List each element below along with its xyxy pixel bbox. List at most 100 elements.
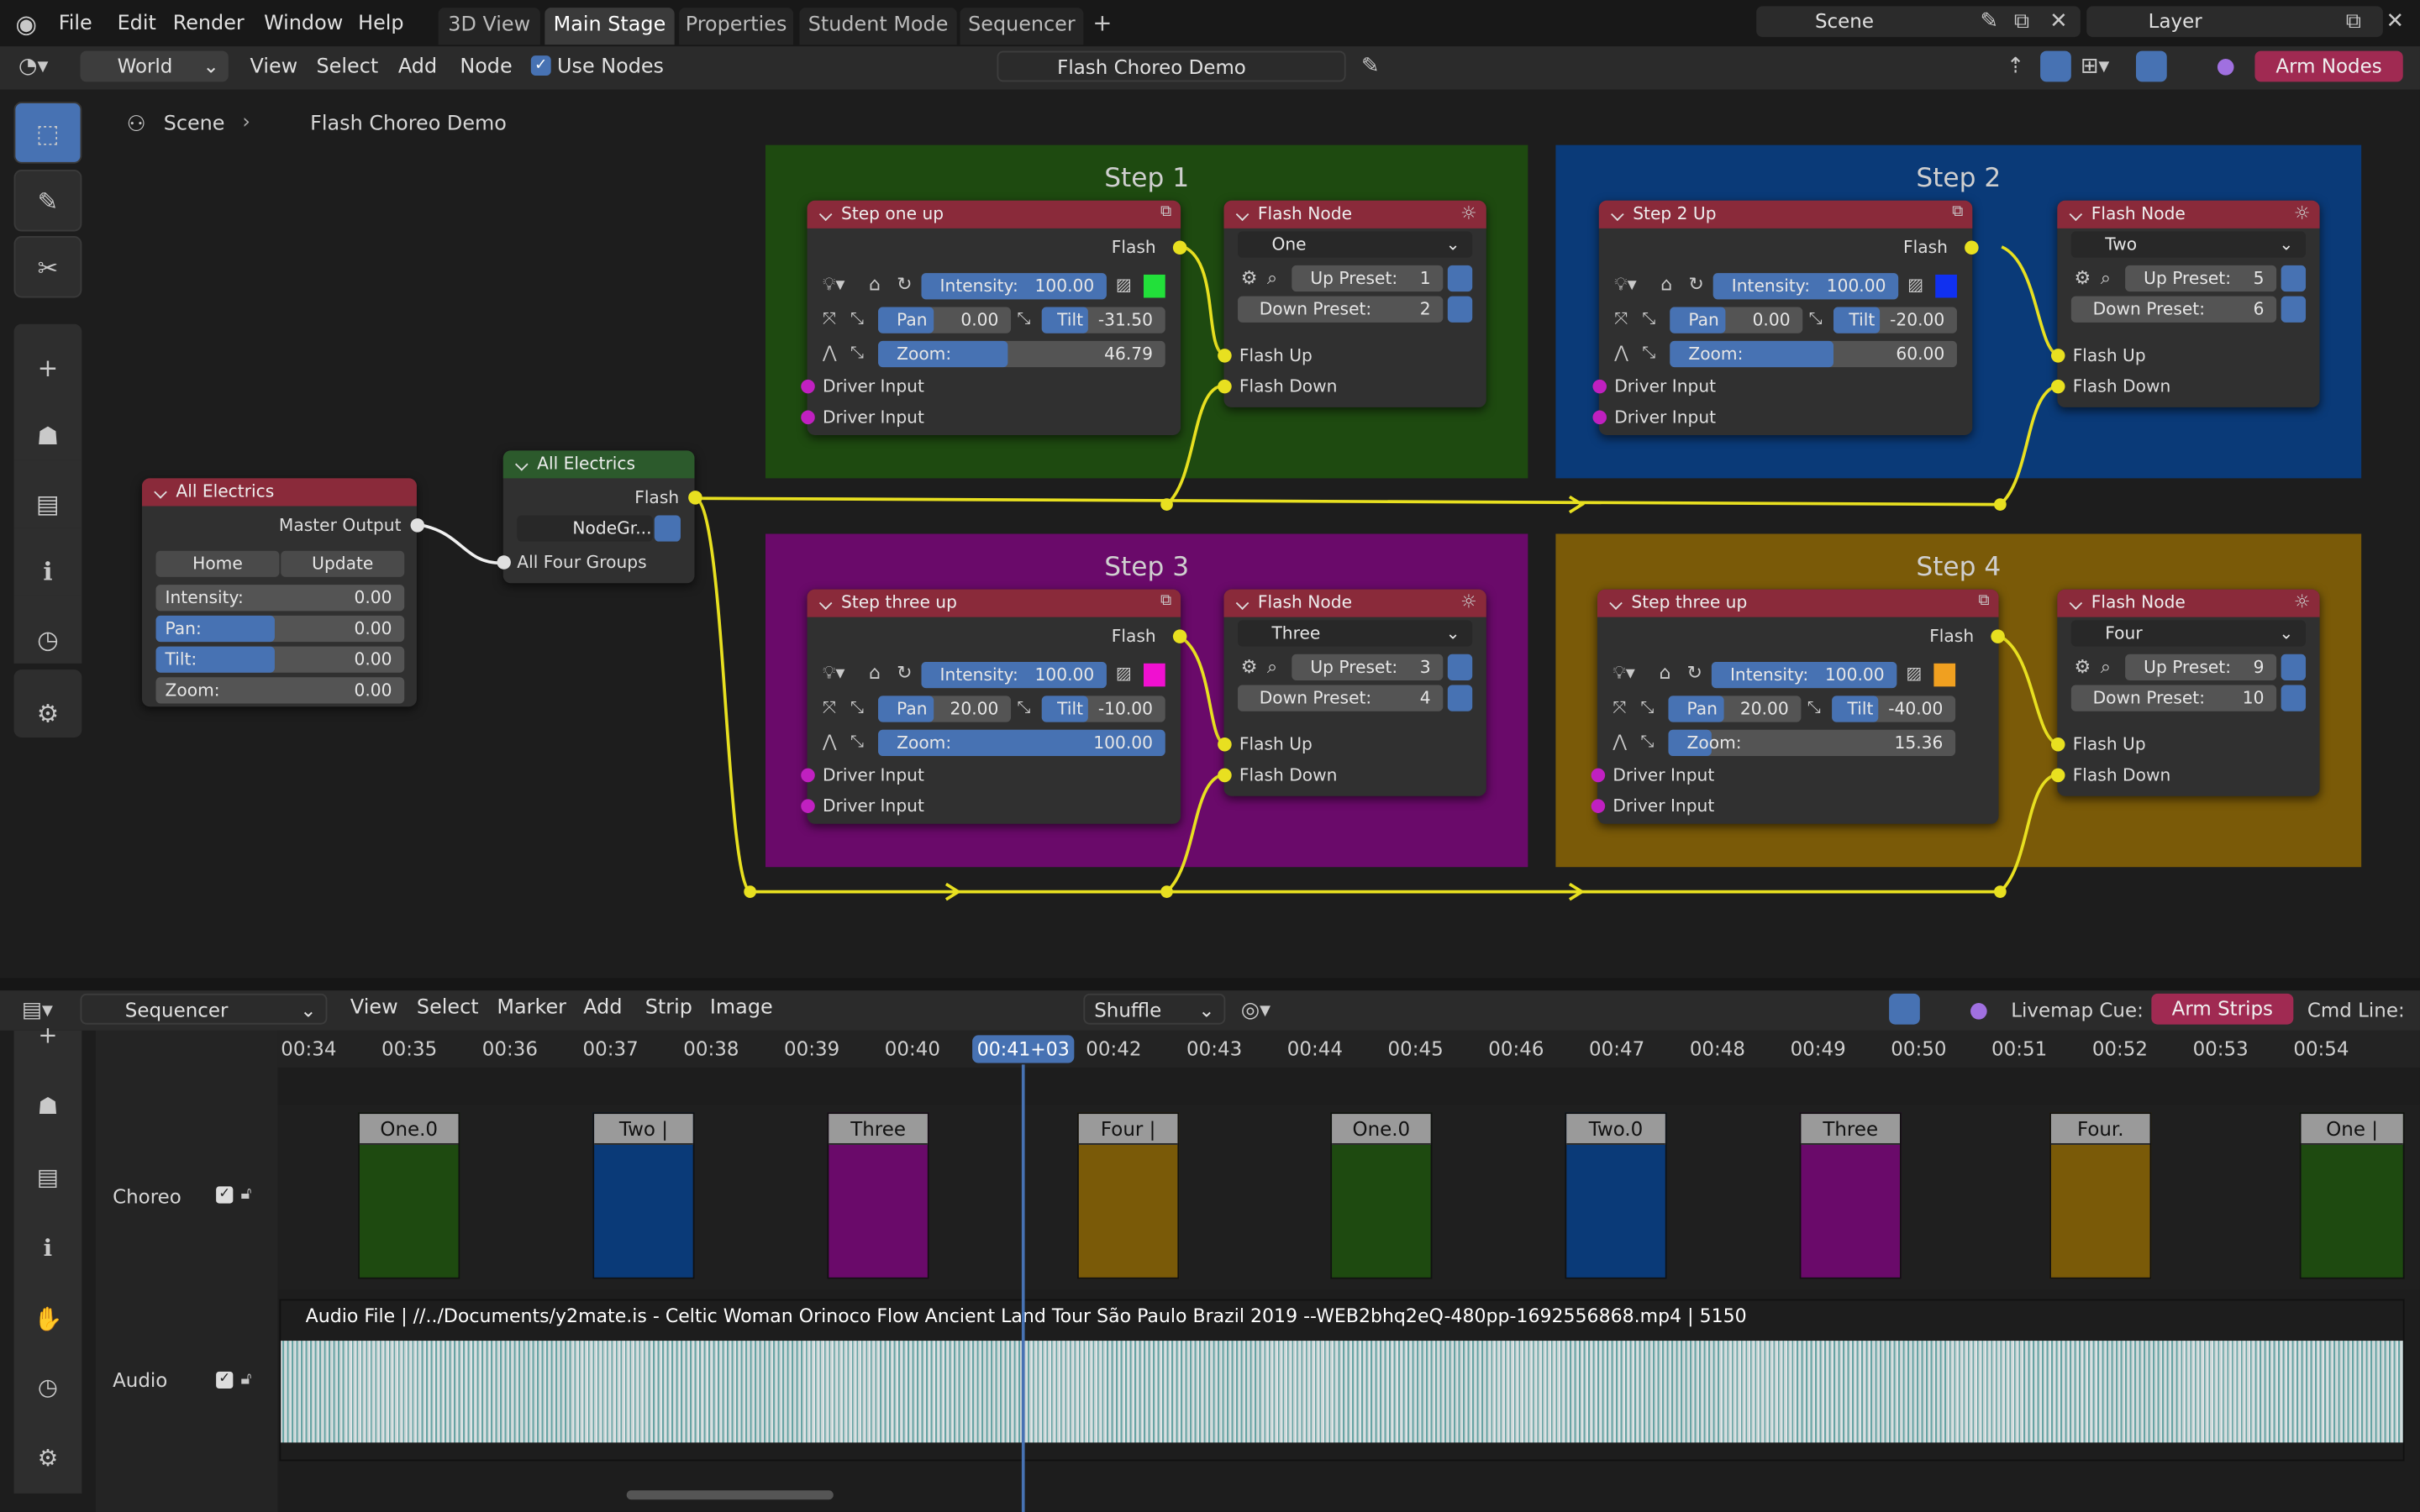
zoom-drag-icon[interactable]: ⤡ (850, 344, 864, 361)
search-icon[interactable]: ⌕ (2101, 269, 2111, 287)
light-icon[interactable]: 💡︎▾ (823, 275, 845, 293)
seq-tool-4[interactable]: ✋ (34, 1308, 62, 1332)
choreo-lock-icon[interactable]: 🔓︎ (241, 1185, 252, 1202)
step-flash-socket[interactable] (1991, 629, 2005, 643)
flash-group-selector[interactable]: Two ⌄ (2070, 231, 2307, 258)
seq-tool-5[interactable]: ◷ (34, 1375, 61, 1399)
zoom-drag-icon[interactable]: ⤡ (850, 732, 864, 749)
choreo-clip[interactable]: Three (827, 1112, 929, 1279)
light-icon[interactable]: 💡︎▾ (1614, 275, 1637, 293)
step-node-header[interactable]: Step three up (807, 589, 1181, 617)
zoom-curve-icon[interactable]: ⋀ (1614, 344, 1628, 361)
seq-menu-marker[interactable]: Marker (497, 984, 566, 1034)
horizontal-scrollbar[interactable] (626, 1490, 834, 1500)
choreo-clip[interactable]: Two | (592, 1112, 695, 1279)
step-zoom-field[interactable]: Zoom: 100.00 (878, 729, 1165, 756)
pan-handle-icon[interactable]: ⤧ (1614, 310, 1628, 327)
refresh-icon[interactable]: ↻ (897, 275, 912, 293)
seq-tool-3[interactable]: ℹ (34, 1236, 61, 1261)
step-intensity-field[interactable]: Intensity: 100.00 (921, 661, 1107, 689)
up-preset-record-icon[interactable] (1447, 265, 1473, 292)
flash-node-header[interactable]: Flash Node (1223, 589, 1486, 617)
nodegroup-selector[interactable]: NodeGr... (517, 515, 653, 542)
step-pan-field[interactable]: Pan 0.00 (1670, 307, 1803, 333)
down-preset-record-icon[interactable] (1447, 296, 1473, 323)
audio-lock-icon[interactable]: 🔓︎ (241, 1370, 252, 1387)
search-icon[interactable]: ⌕ (2101, 657, 2111, 675)
step-flash-socket[interactable] (1172, 240, 1187, 255)
group-node[interactable]: All Electrics Flash NodeGr... All Four G… (497, 450, 702, 584)
seq-tool-6[interactable]: ⚙ (34, 1446, 61, 1471)
home-icon[interactable]: ⌂ (869, 275, 881, 293)
node-group-icon[interactable]: ⧉ (1978, 593, 1989, 609)
step-tilt-field[interactable]: Tilt -31.50 (1041, 307, 1165, 333)
sequencer-selector[interactable]: Sequencer ⌄ (80, 993, 328, 1025)
down-preset-record-icon[interactable] (1447, 685, 1473, 711)
pan-drag-icon[interactable]: ⤡ (1642, 310, 1655, 327)
step-tilt-field[interactable]: Tilt -10.00 (1041, 696, 1165, 722)
zoom-drag-icon[interactable]: ⤡ (1640, 732, 1654, 749)
gear-icon[interactable]: ⚙ (2075, 269, 2091, 287)
step-color-swatch[interactable] (1933, 663, 1956, 687)
seq-overlay-toggle[interactable] (1889, 993, 1920, 1025)
up-preset-field[interactable]: Up Preset: 5 (2125, 265, 2277, 292)
seq-menu-select[interactable]: Select (417, 984, 479, 1034)
search-icon[interactable]: ⌕ (1267, 657, 1277, 675)
step-intensity-field[interactable]: Intensity: 100.00 (1712, 273, 1899, 300)
seq-menu-strip[interactable]: Strip (645, 984, 692, 1034)
step-pan-field[interactable]: Pan 20.00 (878, 696, 1012, 722)
pan-field[interactable]: Pan: 0.00 (155, 615, 405, 643)
seq-editor-type-icon[interactable]: ▤▾ (22, 1000, 53, 1021)
all-electrics-header[interactable]: All Electrics (141, 478, 417, 507)
tilt-drag-icon[interactable]: ⤡ (1017, 699, 1030, 716)
flash-group-selector[interactable]: One ⌄ (1238, 231, 1473, 258)
flash-node-header[interactable]: Flash Node (2057, 200, 2320, 228)
flash-node-header[interactable]: Flash Node (2057, 589, 2320, 617)
tilt-drag-icon[interactable]: ⤡ (1809, 310, 1823, 327)
step-tilt-field[interactable]: Tilt -40.00 (1832, 696, 1956, 722)
node-group-icon[interactable]: ⧉ (1160, 204, 1171, 220)
refresh-icon[interactable]: ↻ (1687, 664, 1702, 682)
down-preset-field[interactable]: Down Preset: 2 (1238, 296, 1444, 323)
pan-drag-icon[interactable]: ⤡ (1640, 699, 1654, 716)
driver-input-socket-1[interactable] (1591, 768, 1606, 783)
seq-menu-image[interactable]: Image (710, 984, 773, 1034)
flash-down-socket[interactable] (1218, 768, 1232, 783)
gear-icon[interactable]: ⚙ (2075, 657, 2091, 675)
flash-up-socket[interactable] (2050, 349, 2065, 363)
choreo-clip[interactable]: Four | (1077, 1112, 1180, 1279)
choreo-clip[interactable]: One | (2299, 1112, 2405, 1279)
pan-handle-icon[interactable]: ⤧ (1612, 699, 1626, 716)
gear-icon[interactable]: ⚙ (1241, 657, 1258, 675)
tilt-drag-icon[interactable]: ⤡ (1807, 699, 1821, 716)
zoom-curve-icon[interactable]: ⋀ (823, 344, 837, 361)
driver-input-socket-1[interactable] (801, 768, 815, 783)
down-preset-field[interactable]: Down Preset: 6 (2070, 296, 2277, 323)
up-preset-field[interactable]: Up Preset: 3 (1292, 654, 1444, 680)
choreo-clip[interactable]: Three (1799, 1112, 1902, 1279)
step-node-header[interactable]: Step three up (1597, 589, 1999, 617)
zoom-field[interactable]: Zoom: 0.00 (155, 677, 405, 704)
step-node-1[interactable]: Step one up ⧉ Flash 💡︎▾ ⌂ ↻ Intensity: 10… (801, 200, 1187, 435)
step-node-2[interactable]: Step 2 Up ⧉ Flash 💡︎▾ ⌂ ↻ Intensity: 100.… (1592, 200, 1979, 435)
up-preset-record-icon[interactable] (2281, 265, 2307, 292)
step-color-swatch[interactable] (1935, 274, 1957, 298)
step-pan-field[interactable]: Pan 20.00 (1668, 696, 1802, 722)
step-color-swatch[interactable] (1143, 274, 1165, 298)
light-icon[interactable]: 💡︎▾ (1612, 664, 1635, 682)
sun-icon[interactable]: ☼ (2294, 592, 2311, 611)
group-node-header[interactable]: All Electrics (502, 450, 695, 479)
zoom-curve-icon[interactable]: ⋀ (1612, 732, 1627, 749)
flash-node-1[interactable]: Flash Node ☼ One ⌄ ⚙ ⌕ Up Preset: 1 Down P… (1218, 200, 1486, 407)
flash-group-selector[interactable]: Three ⌄ (1238, 620, 1473, 647)
proportional-icon[interactable]: ◎▾ (1241, 1000, 1270, 1021)
search-icon[interactable]: ⌕ (1267, 269, 1277, 287)
down-preset-field[interactable]: Down Preset: 10 (2070, 685, 2277, 711)
driver-input-socket-1[interactable] (801, 379, 815, 394)
pattern-icon[interactable]: ▨ (1907, 276, 1923, 293)
pattern-icon[interactable]: ▨ (1906, 665, 1922, 682)
driver-input-socket-2[interactable] (801, 410, 815, 425)
driver-input-socket-2[interactable] (1592, 410, 1607, 425)
up-preset-record-icon[interactable] (1447, 654, 1473, 680)
sun-icon[interactable]: ☼ (1460, 203, 1477, 222)
